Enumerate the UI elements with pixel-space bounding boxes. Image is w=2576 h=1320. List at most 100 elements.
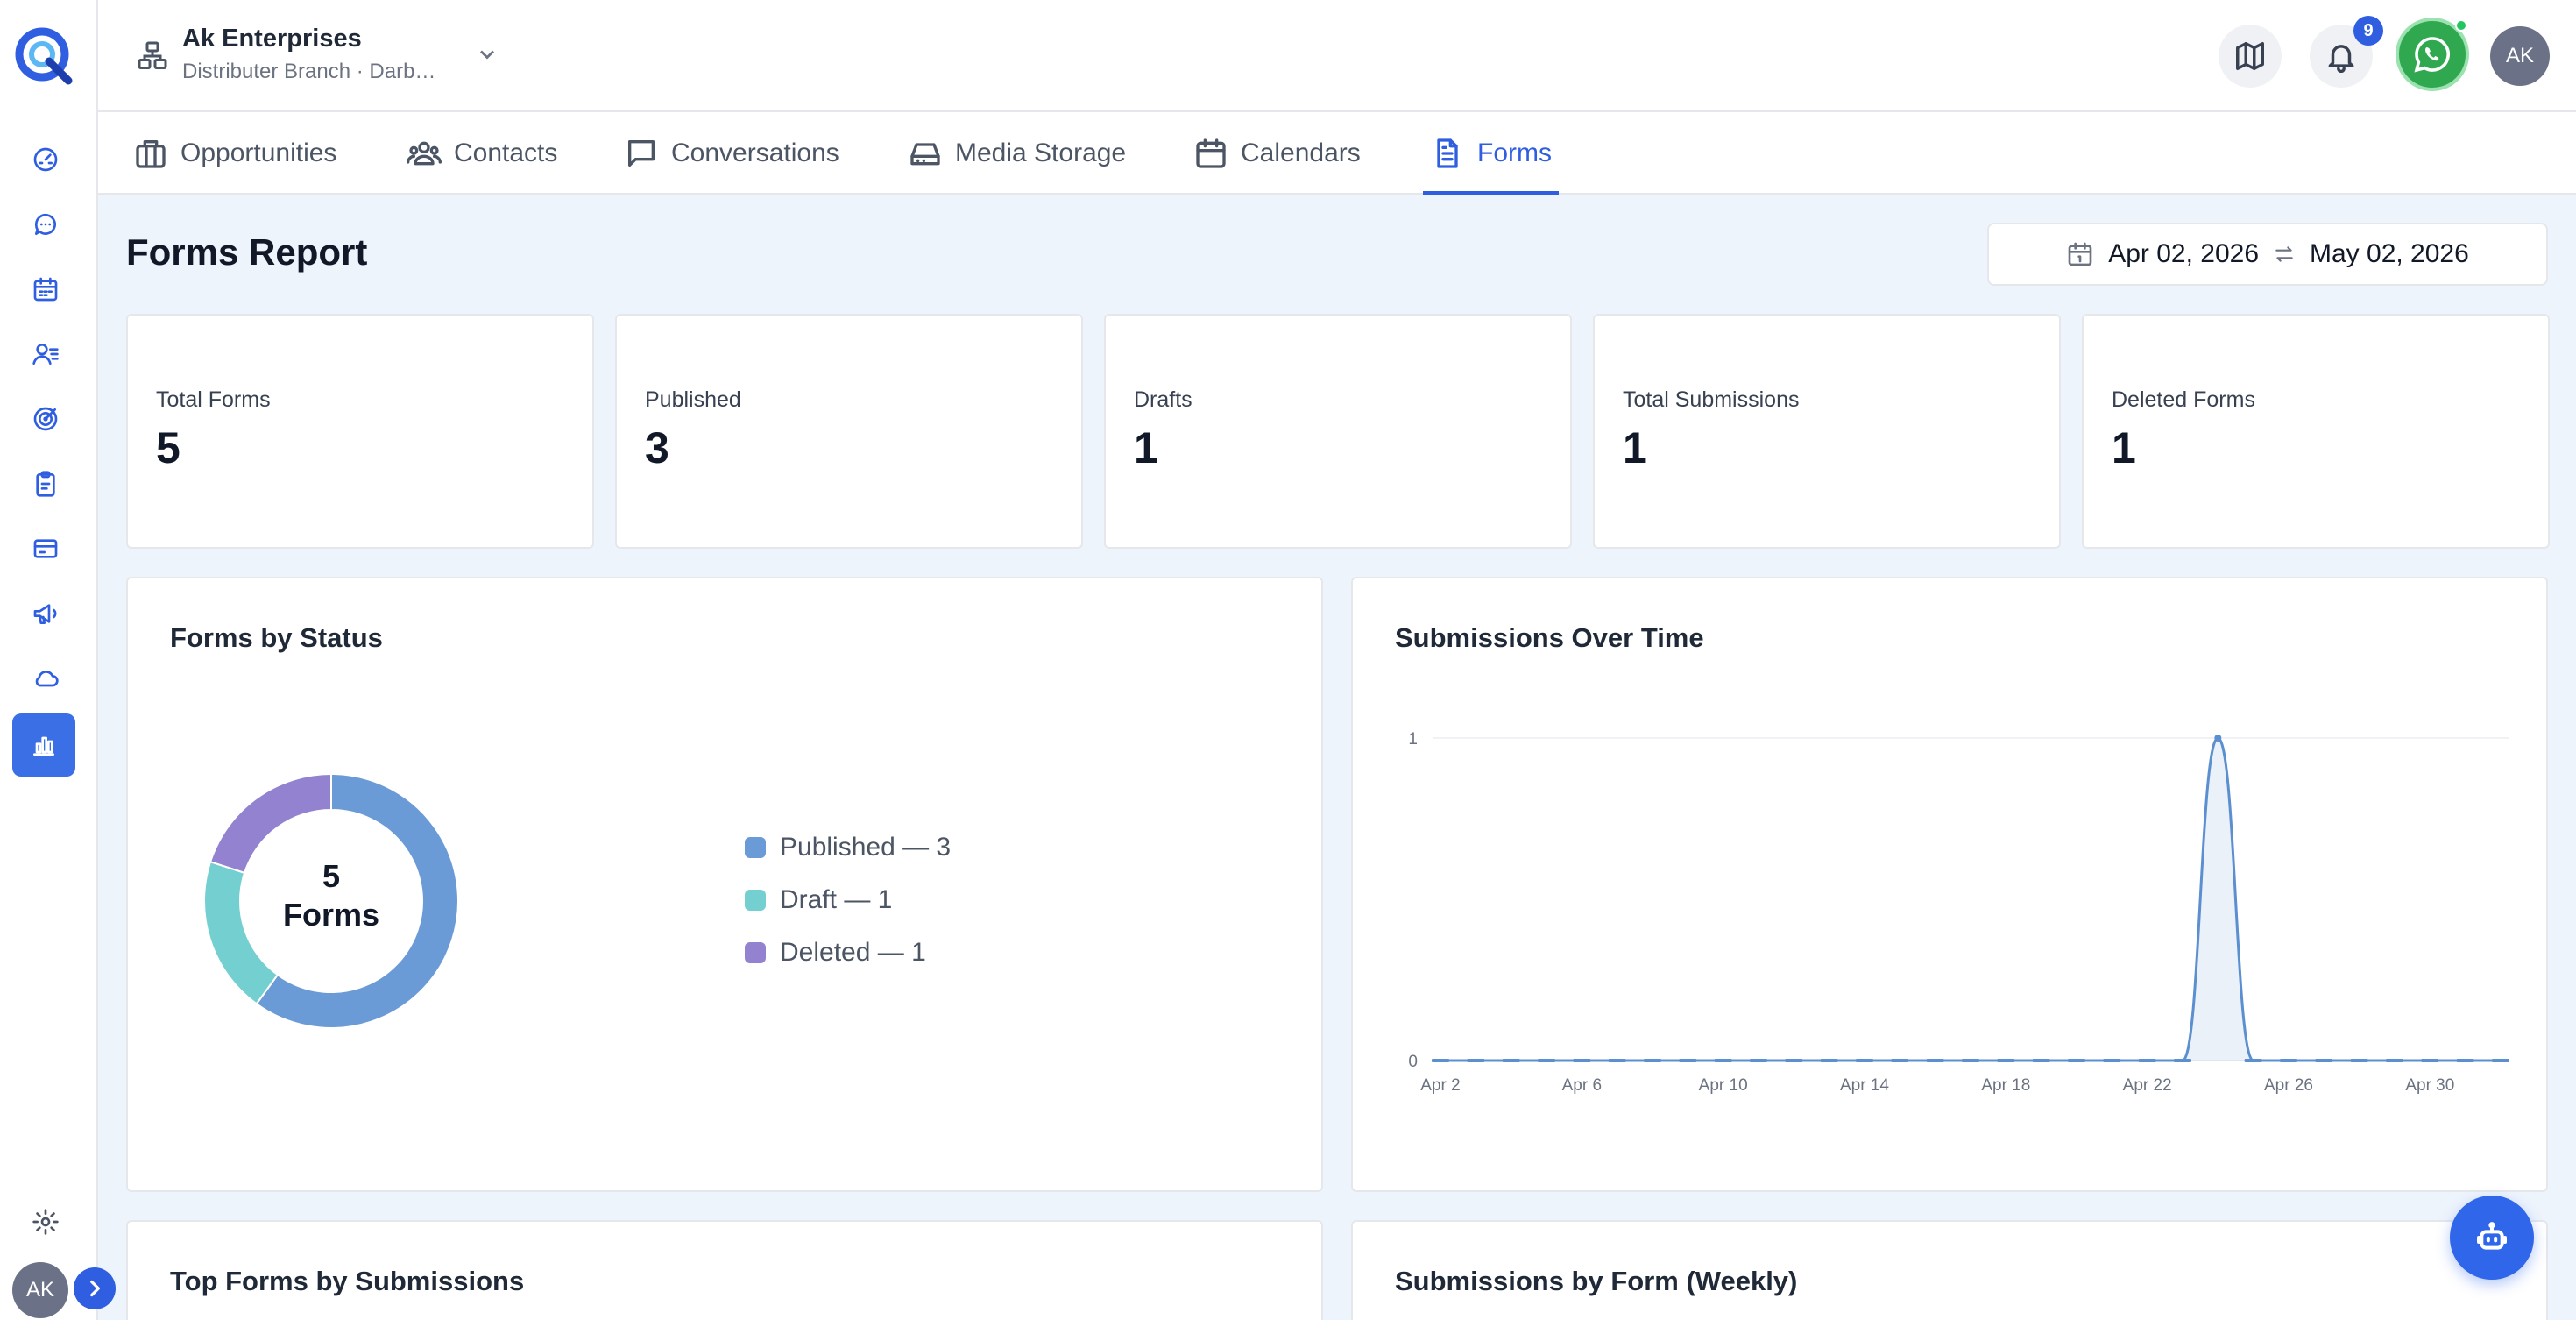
data-point[interactable]	[1608, 1059, 1626, 1062]
data-point[interactable]	[1856, 1059, 1873, 1062]
megaphone-icon[interactable]	[23, 591, 68, 636]
tab-contacts[interactable]: Contacts	[407, 112, 557, 195]
stat-card-total-forms: Total Forms 5	[126, 314, 594, 549]
tab-calendars[interactable]: Calendars	[1193, 112, 1361, 195]
data-point[interactable]	[1644, 1059, 1661, 1062]
swap-arrows-icon	[2275, 246, 2293, 262]
briefcase-icon	[136, 140, 166, 168]
tab-forms[interactable]: Forms	[1423, 112, 1559, 195]
data-point[interactable]	[2138, 1059, 2156, 1062]
chat-icon[interactable]	[23, 202, 68, 247]
date-from[interactable]: Apr 02, 2026	[2108, 239, 2259, 269]
data-point[interactable]	[2456, 1059, 2474, 1062]
stat-label: Drafts	[1134, 387, 1192, 412]
legend-item[interactable]: Deleted — 1	[745, 938, 926, 968]
tab-media-storage[interactable]: Media Storage	[908, 112, 1126, 195]
date-range-picker[interactable]: Apr 02, 2026 May 02, 2026	[1987, 223, 2548, 286]
data-point[interactable]	[2421, 1059, 2439, 1062]
legend-swatch	[745, 942, 766, 963]
legend-label: Draft — 1	[780, 885, 893, 914]
donut-center-label: 5 Forms	[268, 857, 394, 934]
x-tick-label: Apr 14	[1840, 1076, 1889, 1095]
stat-label: Total Submissions	[1623, 387, 1800, 412]
users-icon	[407, 141, 442, 166]
clipboard-icon[interactable]	[23, 461, 68, 507]
x-tick-label: Apr 6	[1562, 1076, 1602, 1095]
data-point[interactable]	[2492, 1059, 2509, 1062]
data-point[interactable]	[1962, 1059, 1979, 1062]
donut-center-value: 5	[322, 858, 341, 894]
target-icon[interactable]	[23, 396, 68, 442]
tab-conversations[interactable]: Conversations	[624, 112, 839, 195]
page-title: Forms Report	[126, 231, 368, 273]
data-point[interactable]	[2068, 1059, 2085, 1062]
x-tick-label: Apr 30	[2405, 1076, 2454, 1095]
bot-icon	[2477, 1222, 2507, 1250]
tab-opportunities[interactable]: Opportunities	[133, 112, 336, 195]
data-point[interactable]	[1538, 1059, 1555, 1062]
assistant-bot-button[interactable]	[2450, 1196, 2534, 1280]
stat-label: Published	[645, 387, 741, 412]
data-point[interactable]	[2315, 1059, 2333, 1062]
calendar-icon[interactable]	[23, 266, 68, 312]
data-point[interactable]	[1467, 1059, 1485, 1062]
donut-slice-1[interactable]	[203, 860, 280, 1005]
user-avatar[interactable]: AK	[2490, 26, 2550, 86]
reports-icon[interactable]	[12, 713, 75, 777]
online-status-dot	[2455, 19, 2467, 32]
x-tick-label: Apr 22	[2123, 1076, 2172, 1095]
data-point[interactable]	[2174, 1059, 2191, 1062]
data-point[interactable]	[2350, 1059, 2368, 1062]
branch-subtitle[interactable]: Distributer Branch · Darb…	[182, 60, 463, 84]
business-name[interactable]: Ak Enterprises	[182, 25, 362, 53]
data-point[interactable]	[2280, 1059, 2297, 1062]
contacts-icon[interactable]	[23, 331, 68, 377]
data-point[interactable]	[1820, 1059, 1838, 1062]
legend-item[interactable]: Published — 3	[745, 833, 951, 862]
data-point[interactable]	[2214, 735, 2222, 742]
y-tick-label: 1	[1408, 730, 1418, 749]
data-point[interactable]	[1714, 1059, 1732, 1062]
data-point[interactable]	[1679, 1059, 1697, 1062]
stat-label: Deleted Forms	[2112, 387, 2255, 412]
data-point[interactable]	[1785, 1059, 1803, 1062]
data-point[interactable]	[1502, 1059, 1520, 1062]
panel-title: Submissions by Form (Weekly)	[1395, 1266, 1798, 1296]
payments-icon[interactable]	[23, 526, 68, 571]
data-point[interactable]	[2244, 1059, 2262, 1062]
gear-icon[interactable]	[23, 1199, 68, 1245]
top-bar: Ak Enterprises Distributer Branch · Darb…	[98, 0, 2576, 112]
legend-item[interactable]: Draft — 1	[745, 885, 892, 915]
data-point[interactable]	[1891, 1059, 1909, 1062]
cloud-icon[interactable]	[23, 656, 68, 701]
drive-icon	[910, 143, 940, 166]
tab-label: Forms	[1477, 138, 1552, 167]
panel-title: Forms by Status	[170, 622, 383, 653]
data-point[interactable]	[1573, 1059, 1591, 1062]
chevron-right-icon[interactable]	[74, 1267, 116, 1309]
submissions-over-time-panel: Submissions Over Time 0 1 Apr 2 Apr 6 Apr 10…	[1351, 577, 2548, 1192]
data-point[interactable]	[1750, 1059, 1767, 1062]
data-point[interactable]	[1432, 1059, 1449, 1062]
dashboard-icon[interactable]	[23, 137, 68, 182]
tab-label: Opportunities	[180, 138, 337, 167]
forms-by-status-panel: Forms by Status 5 Forms Published — 3 Dr…	[126, 577, 1323, 1192]
panel-title: Top Forms by Submissions	[170, 1266, 525, 1296]
donut-center-text: Forms	[282, 897, 380, 933]
data-point[interactable]	[2386, 1059, 2403, 1062]
data-point[interactable]	[2103, 1059, 2121, 1062]
data-point[interactable]	[1997, 1059, 2015, 1062]
tab-label: Calendars	[1241, 138, 1361, 167]
legend-swatch	[745, 837, 766, 858]
sidebar-avatar[interactable]: AK	[12, 1262, 68, 1318]
map-icon[interactable]	[2219, 25, 2282, 88]
app-logo[interactable]	[12, 23, 75, 86]
y-tick-label: 0	[1408, 1053, 1418, 1071]
chevron-down-icon[interactable]	[475, 42, 499, 67]
data-point[interactable]	[2032, 1059, 2050, 1062]
tab-label: Conversations	[671, 138, 839, 167]
legend-label: Published — 3	[780, 833, 952, 862]
date-to[interactable]: May 02, 2026	[2310, 239, 2469, 269]
data-point[interactable]	[1926, 1059, 1944, 1062]
x-tick-label: Apr 2	[1420, 1076, 1460, 1095]
